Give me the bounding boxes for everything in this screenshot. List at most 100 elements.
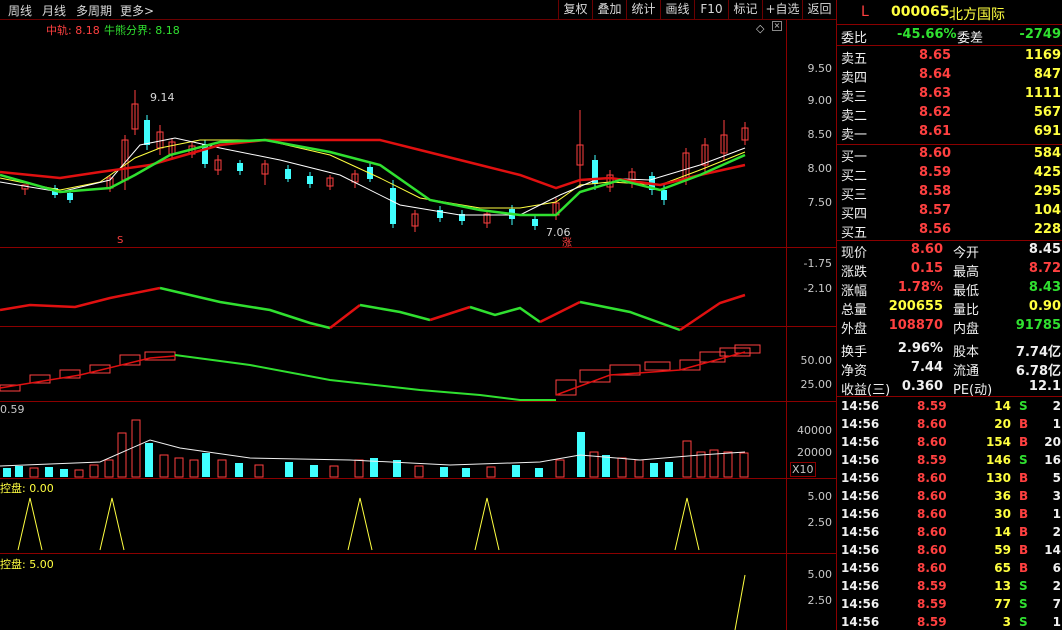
stat-value: 200655 xyxy=(888,299,943,314)
y-tick: 5.00 xyxy=(807,490,833,503)
period-more[interactable]: 更多> xyxy=(120,2,154,19)
control-label: 控盘: 0.00 xyxy=(0,482,54,495)
ask-price: 8.61 xyxy=(919,124,952,139)
volume-bars xyxy=(3,419,749,478)
ask-price: 8.64 xyxy=(919,67,952,82)
order-ratio-value: -45.66% xyxy=(897,27,957,42)
ask-label: 卖五 xyxy=(841,52,868,67)
trade-price: 8.59 xyxy=(917,399,947,413)
trade-row: 14:56 8.60 36 B 3 xyxy=(837,488,1062,506)
stat-row: 现价 8.60 今开 8.45 xyxy=(837,242,1062,261)
y-tick: 9.00 xyxy=(807,94,833,107)
ask-row: 卖四 8.64 847 xyxy=(837,67,1062,86)
ask-volume: 1111 xyxy=(1024,86,1061,101)
divider xyxy=(837,24,1062,25)
stat-value: 7.44 xyxy=(910,360,943,375)
trade-volume: 146 xyxy=(985,453,1011,467)
ask-row: 卖五 8.65 1169 xyxy=(837,48,1062,67)
stat-row: 总量 200655 量比 0.90 xyxy=(837,299,1062,318)
stat-value: 0.360 xyxy=(901,379,943,394)
ask-price: 8.65 xyxy=(919,48,952,63)
period-monthly[interactable]: 月线 xyxy=(42,2,66,19)
trade-row: 14:56 8.60 30 B 1 xyxy=(837,506,1062,524)
bid-price: 8.58 xyxy=(919,184,952,199)
stat-value: 12.1 xyxy=(1028,379,1061,394)
trade-volume: 14 xyxy=(994,525,1011,539)
trade-price: 8.60 xyxy=(917,489,947,503)
bid-price: 8.60 xyxy=(919,146,952,161)
trade-time: 14:56 xyxy=(841,453,880,467)
order-diff-value: -2749 xyxy=(1019,27,1061,42)
bid-row: 买三 8.58 295 xyxy=(837,184,1062,203)
overlay-button[interactable]: 叠加 xyxy=(592,0,626,20)
trade-volume: 154 xyxy=(985,435,1011,449)
trade-volume: 30 xyxy=(994,507,1011,521)
volume-unit: X10 xyxy=(790,462,816,477)
y-tick: 2.50 xyxy=(807,516,833,529)
trade-row: 14:56 8.59 77 S 7 xyxy=(837,596,1062,614)
stat-label: 最低 xyxy=(953,284,980,299)
divider xyxy=(837,396,1062,397)
trade-side: S xyxy=(1019,453,1028,467)
divider xyxy=(837,240,1062,241)
adjust-button[interactable]: 复权 xyxy=(558,0,592,20)
trade-count: 1 xyxy=(1052,615,1061,629)
trade-row: 14:56 8.60 130 B 5 xyxy=(837,470,1062,488)
trend-line-red xyxy=(555,351,746,396)
trade-time: 14:56 xyxy=(841,471,880,485)
control-label-2: 控盘: 5.00 xyxy=(0,558,54,571)
ask-price: 8.62 xyxy=(919,105,952,120)
stat-row: 外盘 108870 内盘 91785 xyxy=(837,318,1062,337)
trade-row: 14:56 8.59 13 S 2 xyxy=(837,578,1062,596)
bid-label: 买五 xyxy=(841,226,868,241)
y-tick: 40000 xyxy=(797,424,832,437)
trade-count: 7 xyxy=(1052,597,1061,611)
ask-row: 卖三 8.63 1111 xyxy=(837,86,1062,105)
trade-row: 14:56 8.60 14 B 2 xyxy=(837,524,1062,542)
bid-row: 买四 8.57 104 xyxy=(837,203,1062,222)
zigzag-up-line xyxy=(329,304,361,329)
period-multi[interactable]: 多周期 xyxy=(76,2,112,19)
stat-value: 6.78亿 xyxy=(1015,364,1061,379)
y-tick: -2.10 xyxy=(803,282,832,295)
trade-side: B xyxy=(1019,435,1029,449)
trade-time: 14:56 xyxy=(841,435,880,449)
trade-price: 8.60 xyxy=(917,507,947,521)
trade-side: B xyxy=(1019,525,1029,539)
draw-button[interactable]: 画线 xyxy=(660,0,694,20)
trade-side: S xyxy=(1019,399,1028,413)
bid-label: 买三 xyxy=(841,188,868,203)
trade-time: 14:56 xyxy=(841,615,880,629)
volume-label: 0.59 xyxy=(0,403,25,416)
stock-code: 000065 xyxy=(891,4,950,20)
trade-time: 14:56 xyxy=(841,399,880,413)
y-tick: -1.75 xyxy=(803,257,832,270)
ask-volume: 847 xyxy=(1033,67,1061,82)
back-button[interactable]: 返回 xyxy=(802,0,836,20)
trade-time: 14:56 xyxy=(841,579,880,593)
trade-side: S xyxy=(1019,579,1028,593)
trade-time: 14:56 xyxy=(841,561,880,575)
period-weekly[interactable]: 周线 xyxy=(8,2,32,19)
zigzag-down-line xyxy=(469,305,541,324)
f10-button[interactable]: F10 xyxy=(694,0,728,20)
add-watchlist-button[interactable]: +自选 xyxy=(762,0,802,20)
ask-volume: 567 xyxy=(1033,105,1061,120)
stat-row: 收益(三) 0.360 PE(动) 12.1 xyxy=(837,379,1062,398)
bid-volume: 584 xyxy=(1033,146,1061,161)
signal-spike xyxy=(674,497,700,551)
stat-label: 总量 xyxy=(841,303,868,318)
stat-label: 量比 xyxy=(953,303,980,318)
bid-label: 买四 xyxy=(841,207,868,222)
zigzag-up-line xyxy=(679,293,746,332)
order-ratio-row: 委比 -45.66% 委差 -2749 xyxy=(837,27,1062,46)
trade-time: 14:56 xyxy=(841,543,880,557)
stat-value: 0.15 xyxy=(910,261,943,276)
mark-button[interactable]: 标记 xyxy=(728,0,762,20)
trade-price: 8.60 xyxy=(917,435,947,449)
y-tick: 5.00 xyxy=(807,568,833,581)
trade-row: 14:56 8.60 65 B 6 xyxy=(837,560,1062,578)
stat-value: 108870 xyxy=(888,318,943,333)
trade-side: B xyxy=(1019,471,1029,485)
stats-button[interactable]: 统计 xyxy=(626,0,660,20)
